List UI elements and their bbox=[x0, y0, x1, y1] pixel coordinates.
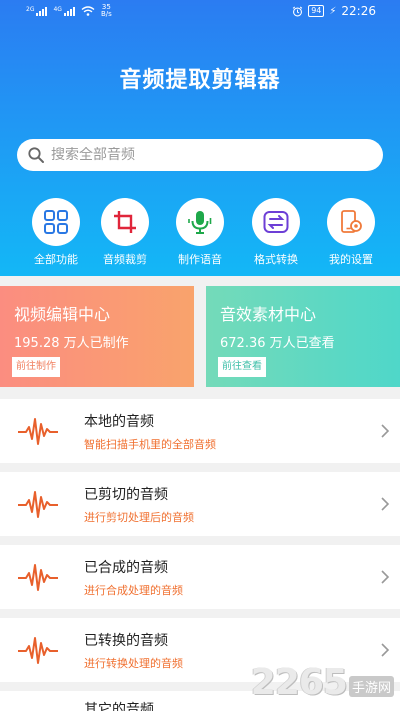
card-count: 672.36 万人已查看 bbox=[220, 336, 335, 351]
function-label: 全部功能 bbox=[34, 253, 78, 266]
microphone-icon bbox=[188, 211, 212, 234]
video-edit-center-card[interactable]: 视频编辑中心 195.28 万人已制作 前往制作 bbox=[0, 286, 194, 387]
search-input[interactable] bbox=[51, 147, 351, 163]
watermark-text: 手游网 bbox=[348, 676, 394, 697]
function-label: 制作语音 bbox=[178, 253, 222, 266]
charging-icon: ⚡ bbox=[329, 5, 337, 17]
card-count: 195.28 万人已制作 bbox=[14, 336, 129, 351]
function-circle[interactable] bbox=[101, 198, 149, 246]
header: 2G 4G 35 B/s 94 ⚡ 22:26 音频提取剪辑器 搜索全部音频 全… bbox=[0, 0, 400, 276]
chevron-right-icon bbox=[381, 424, 390, 438]
search-bar[interactable] bbox=[17, 139, 383, 171]
wifi-icon bbox=[81, 6, 95, 16]
go-view-button[interactable]: 前往查看 bbox=[218, 357, 266, 377]
waveform-icon bbox=[18, 637, 58, 664]
convert-icon bbox=[263, 211, 289, 233]
chevron-right-icon bbox=[381, 497, 390, 511]
list-item-merged-audio[interactable]: 已合成的音频 进行合成处理的音频 bbox=[0, 545, 400, 609]
list-item-title: 已合成的音频 bbox=[84, 560, 168, 576]
signal-icon: 4G bbox=[53, 6, 75, 16]
grid-icon bbox=[44, 210, 68, 234]
signal-tag: 2G bbox=[26, 6, 35, 13]
function-my-settings[interactable]: 我的设置 bbox=[318, 198, 384, 267]
list-item-desc: 进行剪切处理后的音频 bbox=[84, 511, 194, 524]
network-speed: 35 B/s bbox=[101, 4, 112, 18]
sound-effects-center-card[interactable]: 音效素材中心 672.36 万人已查看 前往查看 bbox=[206, 286, 400, 387]
phone-settings-icon bbox=[341, 210, 362, 233]
list-item-title: 已转换的音频 bbox=[84, 633, 168, 649]
function-label: 我的设置 bbox=[329, 253, 373, 266]
alarm-icon bbox=[292, 6, 303, 16]
status-bar: 2G 4G 35 B/s 94 ⚡ 22:26 bbox=[0, 0, 400, 24]
signal-icon: 2G bbox=[26, 6, 48, 16]
crop-icon bbox=[114, 211, 136, 233]
list-item-local-audio[interactable]: 本地的音频 智能扫描手机里的全部音频 bbox=[0, 399, 400, 463]
card-title: 视频编辑中心 bbox=[14, 305, 111, 324]
status-right: 94 ⚡ 22:26 bbox=[292, 4, 376, 18]
chevron-right-icon bbox=[381, 570, 390, 584]
card-title: 音效素材中心 bbox=[220, 305, 317, 324]
chevron-right-icon bbox=[381, 643, 390, 657]
speed-unit: B/s bbox=[100, 10, 112, 18]
search-icon bbox=[28, 147, 44, 163]
function-audio-crop[interactable]: 音频裁剪 bbox=[92, 198, 158, 267]
waveform-icon bbox=[18, 491, 58, 518]
list-item-desc: 进行合成处理的音频 bbox=[84, 584, 183, 597]
function-label: 格式转换 bbox=[254, 253, 298, 266]
status-left: 2G 4G 35 B/s bbox=[26, 4, 112, 18]
list-item-cut-audio[interactable]: 已剪切的音频 进行剪切处理后的音频 bbox=[0, 472, 400, 536]
go-make-button[interactable]: 前往制作 bbox=[12, 357, 60, 377]
list-item-desc: 进行转换处理的音频 bbox=[84, 657, 183, 670]
function-circle[interactable] bbox=[176, 198, 224, 246]
function-circle[interactable] bbox=[252, 198, 300, 246]
battery-indicator: 94 bbox=[308, 5, 325, 17]
watermark-logo: 2265 手游网 bbox=[251, 665, 394, 701]
list-item-title: 已剪切的音频 bbox=[84, 487, 168, 503]
function-circle[interactable] bbox=[327, 198, 375, 246]
app-title: 音频提取剪辑器 bbox=[119, 68, 281, 93]
list-item-title: 本地的音频 bbox=[84, 414, 154, 430]
function-all[interactable]: 全部功能 bbox=[23, 198, 89, 267]
function-make-voice[interactable]: 制作语音 bbox=[167, 198, 233, 267]
function-label: 音频裁剪 bbox=[103, 253, 147, 266]
clock: 22:26 bbox=[341, 4, 376, 18]
waveform-icon bbox=[18, 418, 58, 445]
watermark-number: 2265 bbox=[250, 662, 348, 703]
function-circle[interactable] bbox=[32, 198, 80, 246]
list-item-desc: 智能扫描手机里的全部音频 bbox=[84, 438, 216, 451]
function-format-convert[interactable]: 格式转换 bbox=[243, 198, 309, 267]
list-item-title: 其它的音频 bbox=[84, 702, 154, 711]
signal-tag: 4G bbox=[53, 6, 62, 13]
waveform-icon bbox=[18, 564, 58, 591]
